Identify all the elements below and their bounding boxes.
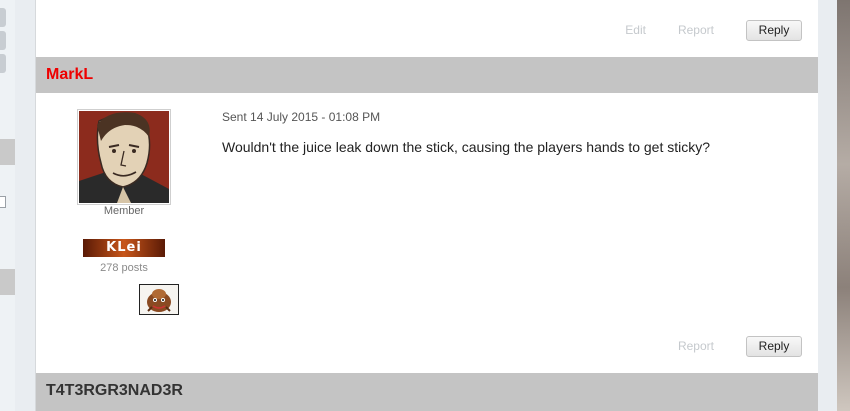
sidebar-tab[interactable]: [0, 54, 6, 73]
sidebar-checkbox[interactable]: [0, 196, 6, 208]
post-header: T4T3RGR3NAD3R: [36, 373, 818, 411]
right-gutter: [817, 0, 837, 411]
left-sidebar: [0, 0, 15, 411]
sidebar-tab[interactable]: [0, 31, 6, 50]
report-link[interactable]: Report: [678, 339, 714, 353]
report-link[interactable]: Report: [678, 23, 714, 37]
reply-button[interactable]: Reply: [746, 19, 802, 41]
post-author-name[interactable]: MarkL: [46, 66, 93, 84]
avatar[interactable]: [77, 109, 171, 205]
member-rank: Member: [103, 205, 145, 217]
sidebar-section-header: [0, 269, 15, 295]
post-count: 278 posts: [100, 262, 148, 274]
klei-logo-icon: KLei: [83, 239, 165, 257]
background-art: [837, 0, 850, 411]
post-timestamp: Sent 14 July 2015 - 01:08 PM: [222, 110, 381, 124]
topic-content: Edit Report Reply MarkL Member KLei 278 …: [35, 0, 818, 411]
reply-button[interactable]: Reply: [746, 335, 802, 357]
post-header: MarkL: [36, 57, 818, 93]
edit-link[interactable]: Edit: [625, 23, 646, 37]
creature-icon: [139, 284, 179, 315]
post-actions: Report Reply: [678, 335, 802, 357]
sidebar-section-header: [0, 139, 15, 165]
sidebar-tab[interactable]: [0, 8, 6, 27]
post-author-name[interactable]: T4T3RGR3NAD3R: [46, 382, 183, 400]
previous-post-actions: Edit Report Reply: [625, 19, 802, 41]
post-body-text: Wouldn't the juice leak down the stick, …: [222, 139, 711, 155]
cartoon-man-portrait-icon: [79, 111, 169, 203]
